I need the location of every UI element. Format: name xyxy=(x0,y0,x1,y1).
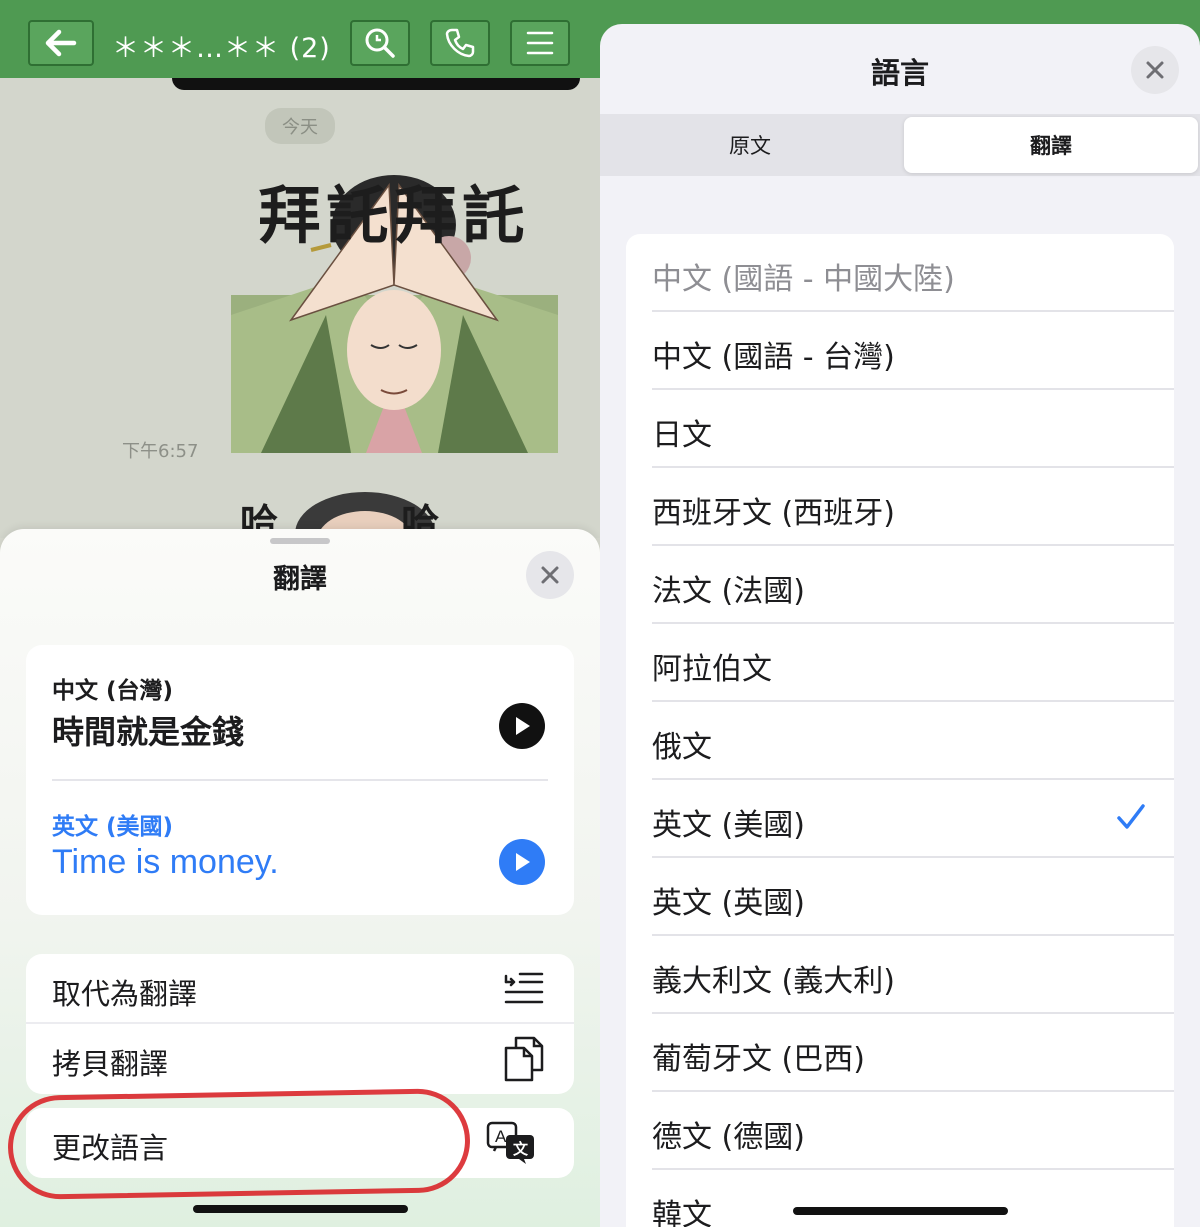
language-label: 英文 (英國) xyxy=(652,886,805,921)
copy-translation-button[interactable]: 拷貝翻譯 xyxy=(26,1024,574,1094)
chat-screen: ＊＊＊…＊＊ (2) 今天 拜託拜託 下午6:57 哈 哈 翻譯 中文 (台灣)… xyxy=(0,0,600,1227)
language-item[interactable]: 義大利文 (義大利) xyxy=(626,936,1174,1014)
language-item[interactable]: 葡萄牙文 (巴西) xyxy=(626,1014,1174,1092)
action-label: 取代為翻譯 xyxy=(52,977,198,1011)
translate-icon: A 文 xyxy=(486,1121,534,1164)
hamburger-menu-icon xyxy=(526,31,554,55)
device-notch xyxy=(172,78,580,90)
segmented-control: 原文 翻譯 xyxy=(600,114,1200,176)
search-button[interactable] xyxy=(350,20,410,66)
divider xyxy=(52,779,548,781)
sheet-title: 翻譯 xyxy=(273,564,327,595)
date-separator: 今天 xyxy=(265,108,335,144)
segment-original[interactable]: 原文 xyxy=(602,117,898,173)
language-item[interactable]: 法文 (法國) xyxy=(626,546,1174,624)
close-button[interactable] xyxy=(526,551,574,599)
language-label: 韓文 xyxy=(652,1198,712,1227)
svg-text:文: 文 xyxy=(513,1140,529,1158)
language-item[interactable]: 西班牙文 (西班牙) xyxy=(626,468,1174,546)
target-language-label: 英文 (美國) xyxy=(52,814,174,840)
language-item-selected[interactable]: 英文 (美國) xyxy=(626,780,1174,858)
language-item: 中文 (國語 - 中國大陸) xyxy=(626,234,1174,312)
translation-card: 中文 (台灣) 時間就是金錢 英文 (美國) Time is money. xyxy=(26,645,574,915)
replace-with-translation-button[interactable]: 取代為翻譯 xyxy=(26,954,574,1024)
chat-title: ＊＊＊…＊＊ (2) xyxy=(112,33,331,64)
language-label: 德文 (德國) xyxy=(652,1120,805,1155)
language-item[interactable]: 阿拉伯文 xyxy=(626,624,1174,702)
sheet-grabber[interactable] xyxy=(270,538,330,544)
language-item[interactable]: 日文 xyxy=(626,390,1174,468)
home-indicator xyxy=(193,1205,408,1213)
replace-text-icon xyxy=(504,972,544,1004)
action-label: 拷貝翻譯 xyxy=(52,1047,169,1081)
language-item[interactable]: 韓文 xyxy=(626,1170,1174,1227)
checkmark-icon xyxy=(1117,804,1145,829)
copy-icon xyxy=(504,1036,544,1082)
call-button[interactable] xyxy=(430,20,490,66)
svg-text:A: A xyxy=(495,1127,507,1146)
language-sheet: 語言 原文 翻譯 中文 (國語 - 中國大陸) 中文 (國語 - 台灣) 日文 xyxy=(600,24,1200,1227)
language-label: 日文 xyxy=(652,418,712,453)
language-item[interactable]: 中文 (國語 - 台灣) xyxy=(626,312,1174,390)
home-indicator xyxy=(793,1207,1008,1215)
source-language-label: 中文 (台灣) xyxy=(52,678,174,704)
translated-text: Time is money. xyxy=(52,843,279,881)
language-item[interactable]: 俄文 xyxy=(626,702,1174,780)
back-button[interactable] xyxy=(28,20,94,66)
source-text: 時間就是金錢 xyxy=(52,713,245,751)
language-label: 葡萄牙文 (巴西) xyxy=(652,1042,865,1077)
language-label: 義大利文 (義大利) xyxy=(652,964,895,999)
search-icon xyxy=(365,28,395,58)
sheet-title: 語言 xyxy=(870,56,929,90)
language-list: 中文 (國語 - 中國大陸) 中文 (國語 - 台灣) 日文 西班牙文 (西班牙… xyxy=(626,234,1174,1227)
chat-header: ＊＊＊…＊＊ (2) xyxy=(0,0,600,78)
sticker-caption: 拜託拜託 xyxy=(258,179,531,252)
segment-translation[interactable]: 翻譯 xyxy=(904,117,1198,173)
language-label: 法文 (法國) xyxy=(652,574,805,609)
play-icon xyxy=(516,717,530,735)
phone-icon xyxy=(445,28,475,58)
play-translation-button[interactable] xyxy=(499,839,545,885)
play-icon xyxy=(516,853,530,871)
language-label: 中文 (國語 - 中國大陸) xyxy=(652,262,955,297)
close-icon xyxy=(541,566,559,584)
close-button[interactable] xyxy=(1131,46,1179,94)
language-label: 中文 (國語 - 台灣) xyxy=(652,340,895,375)
sticker-message[interactable]: 拜託拜託 xyxy=(231,165,558,453)
close-icon xyxy=(1146,61,1164,79)
language-label: 英文 (美國) xyxy=(652,808,805,843)
actions-card: 取代為翻譯 拷貝翻譯 xyxy=(26,954,574,1094)
language-item[interactable]: 英文 (英國) xyxy=(626,858,1174,936)
language-label: 西班牙文 (西班牙) xyxy=(652,496,895,531)
arrow-left-icon xyxy=(45,29,77,57)
menu-button[interactable] xyxy=(510,20,570,66)
language-label: 阿拉伯文 xyxy=(652,652,772,687)
highlight-annotation xyxy=(7,1087,471,1201)
message-timestamp: 下午6:57 xyxy=(122,441,199,462)
language-item[interactable]: 德文 (德國) xyxy=(626,1092,1174,1170)
play-source-button[interactable] xyxy=(499,703,545,749)
language-label: 俄文 xyxy=(652,730,712,765)
language-screen: 語言 原文 翻譯 中文 (國語 - 中國大陸) 中文 (國語 - 台灣) 日文 xyxy=(600,0,1200,1227)
